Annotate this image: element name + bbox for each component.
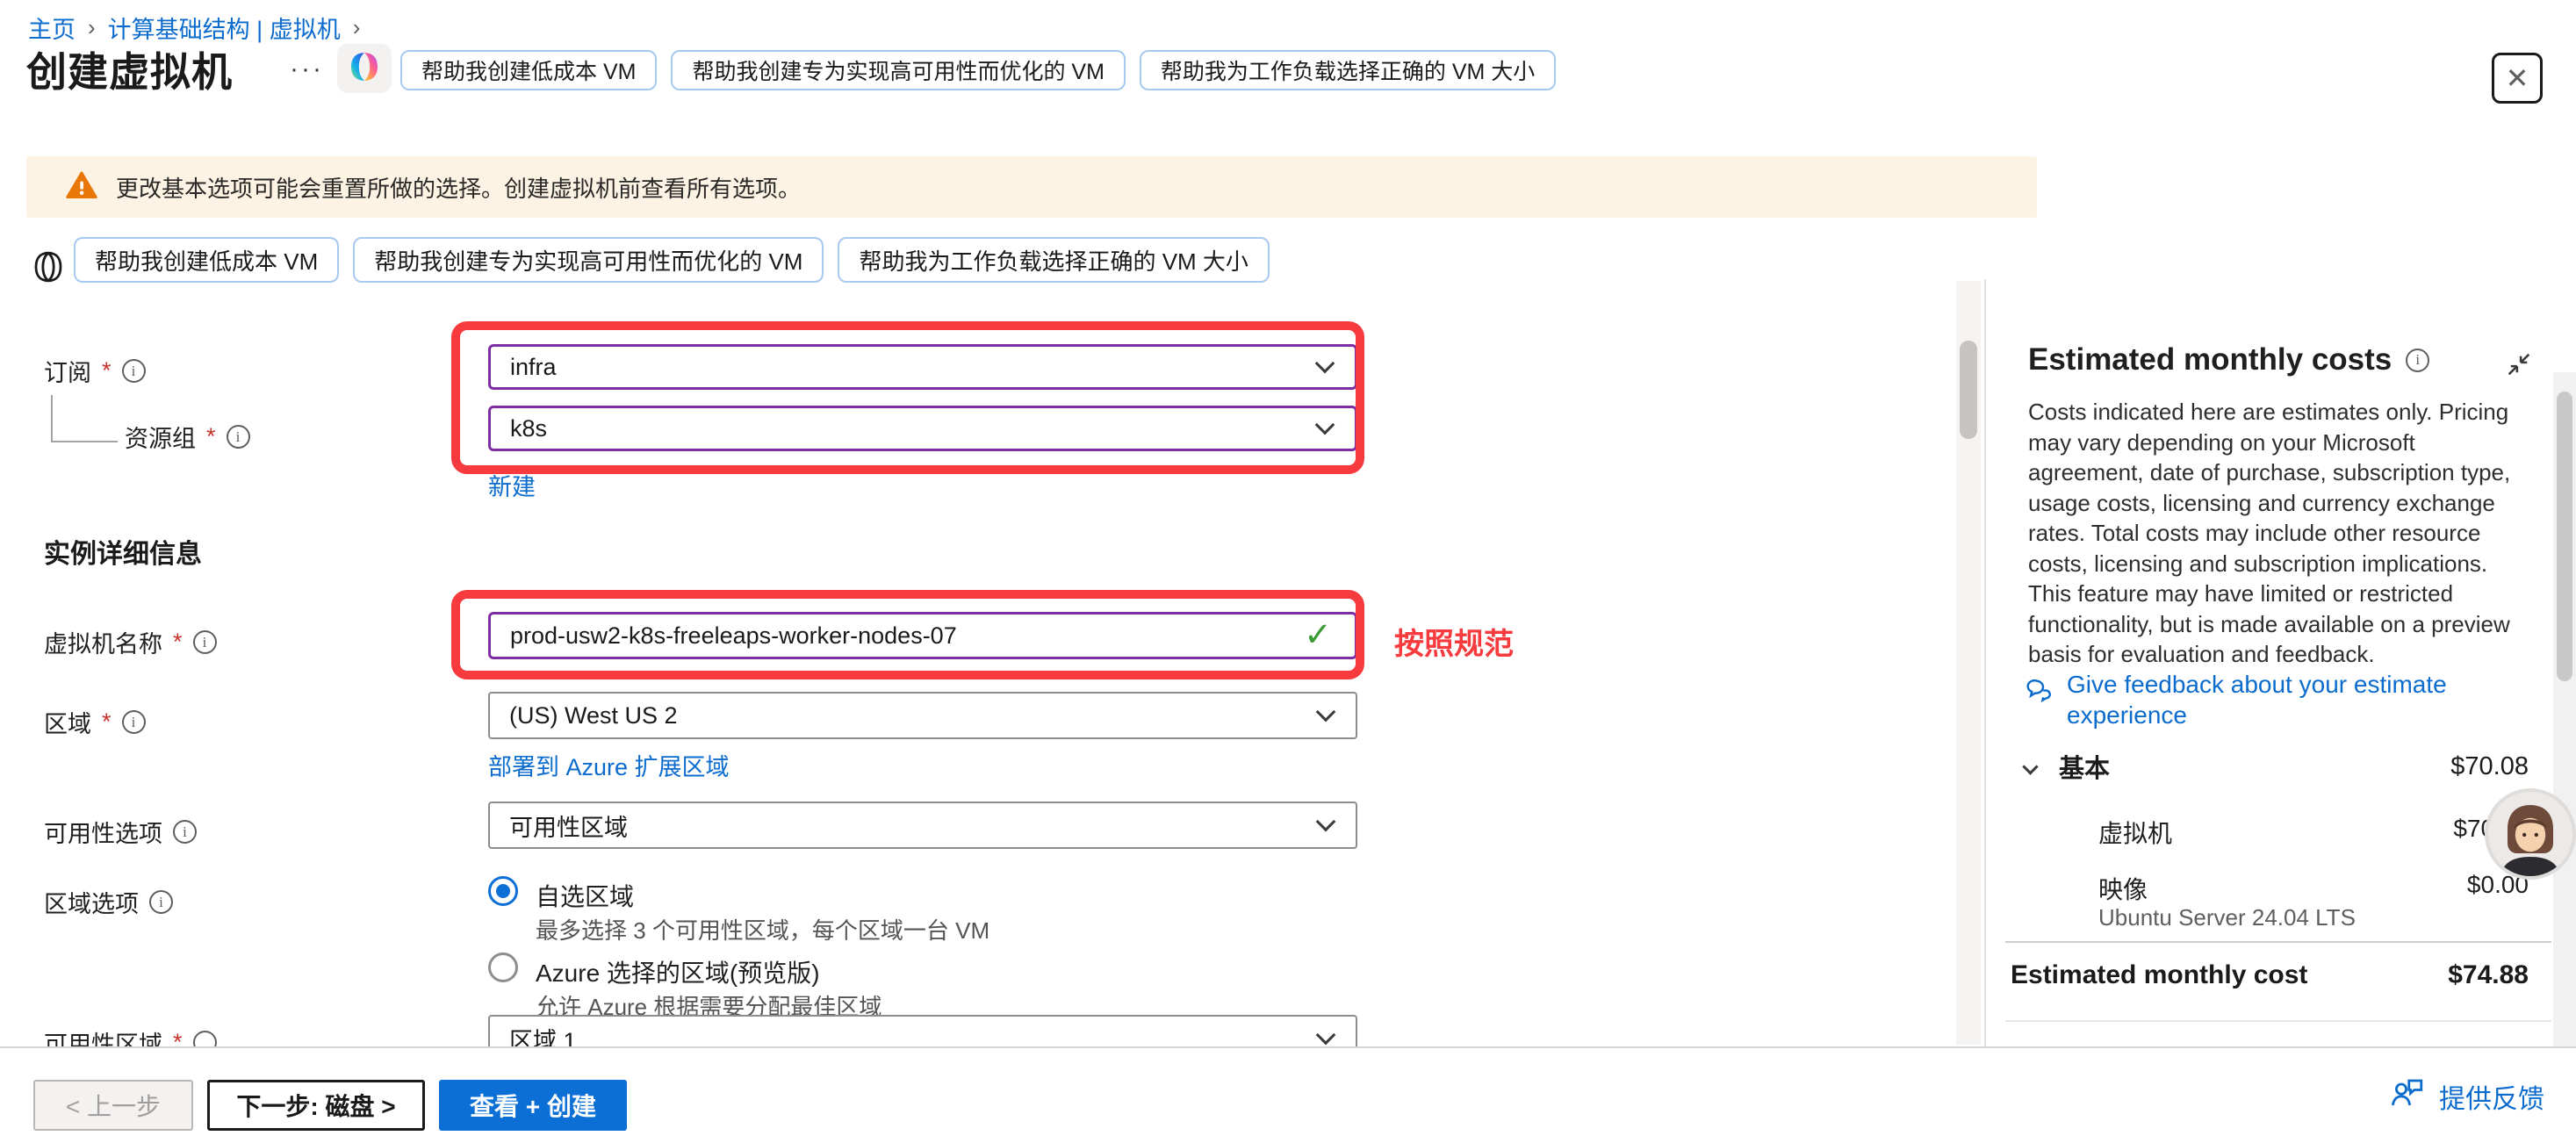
zone-self-select-label[interactable]: 自选区域 xyxy=(536,878,634,913)
close-icon: ✕ xyxy=(2506,61,2529,95)
page-title: 创建虚拟机 xyxy=(26,40,233,98)
subscription-dropdown[interactable]: infra xyxy=(488,344,1357,390)
info-icon[interactable]: i xyxy=(122,710,146,734)
cost-item-label: 映像 xyxy=(2098,871,2148,906)
warning-icon xyxy=(65,169,98,205)
suggestion-high-availability-vm-button[interactable]: 帮助我创建专为实现高可用性而优化的 VM xyxy=(671,50,1125,90)
cost-total-amount: $74.88 xyxy=(2448,960,2529,990)
vm-name-input[interactable]: prod-usw2-k8s-freeleaps-worker-nodes-07 … xyxy=(488,612,1357,659)
zone-azure-select-radio[interactable] xyxy=(488,952,518,982)
close-button[interactable]: ✕ xyxy=(2492,53,2543,104)
estimate-feedback-link[interactable]: Give feedback about your estimate experi… xyxy=(2025,669,2499,730)
annotation-text: 按照规范 xyxy=(1394,620,1514,663)
resource-group-label: 资源组 * i xyxy=(125,420,250,454)
cost-item-sub-label: Ubuntu Server 24.04 LTS xyxy=(2098,904,2356,931)
panel-scrollbar[interactable] xyxy=(2553,372,2576,1143)
cost-group-basic[interactable]: 基本 $70.08 xyxy=(2025,748,2529,785)
next-disks-button[interactable]: 下一步: 磁盘 > xyxy=(207,1080,425,1131)
form-scrollbar-thumb[interactable] xyxy=(1960,341,1977,439)
cost-disclaimer: Costs indicated here are estimates only.… xyxy=(2028,397,2527,670)
chevron-down-icon[interactable] xyxy=(2022,758,2038,774)
feedback-bubbles-icon xyxy=(2025,676,2054,730)
region-value: (US) West US 2 xyxy=(509,702,678,730)
chevron-down-icon xyxy=(1316,702,1336,722)
info-icon[interactable]: i xyxy=(149,890,173,914)
create-vm-page: 主页 › 计算基础结构 | 虚拟机 › 创建虚拟机 ··· 帮助我创 xyxy=(0,0,2576,1143)
breadcrumb-separator-icon: › xyxy=(353,14,361,41)
breadcrumb-separator-icon: › xyxy=(88,14,96,41)
zone-self-select-description: 最多选择 3 个可用性区域，每个区域一台 VM xyxy=(536,913,989,945)
cost-group-label: 基本 xyxy=(2059,748,2110,785)
cost-item-vm: 虚拟机 $70.08 xyxy=(2098,815,2529,850)
copilot-logo-icon xyxy=(347,49,382,89)
copilot-outline-icon xyxy=(30,248,67,291)
feedback-label: 提供反馈 xyxy=(2439,1077,2544,1116)
suggestion-right-vm-size-button[interactable]: 帮助我为工作负载选择正确的 VM 大小 xyxy=(1140,50,1556,90)
region-label: 区域 * i xyxy=(44,705,146,739)
chevron-down-icon xyxy=(1316,812,1336,832)
avatar[interactable] xyxy=(2488,792,2572,876)
suggestion-low-cost-vm-button[interactable]: 帮助我创建低成本 VM xyxy=(400,50,657,90)
info-icon[interactable]: i xyxy=(193,630,217,654)
chevron-down-icon xyxy=(1315,354,1335,374)
required-mark: * xyxy=(102,357,112,385)
collapse-panel-icon[interactable] xyxy=(2504,349,2534,384)
warning-banner: 更改基本选项可能会重置所做的选择。创建虚拟机前查看所有选项。 xyxy=(26,156,2037,218)
availability-options-value: 可用性区域 xyxy=(509,809,628,843)
required-mark: * xyxy=(173,629,183,656)
zone-options-label: 区域选项 i xyxy=(44,885,173,919)
give-feedback-link[interactable]: 提供反馈 xyxy=(2388,1075,2544,1118)
suggestion-high-availability-vm-button[interactable]: 帮助我创建专为实现高可用性而优化的 VM xyxy=(353,237,824,283)
vm-name-label: 虚拟机名称 * i xyxy=(44,625,217,659)
deploy-edge-zone-link[interactable]: 部署到 Azure 扩展区域 xyxy=(488,748,730,782)
copilot-button[interactable] xyxy=(337,44,392,93)
panel-scrollbar-thumb[interactable] xyxy=(2557,392,2572,681)
review-create-button[interactable]: 查看 + 创建 xyxy=(439,1080,627,1131)
subscription-label: 订阅 * i xyxy=(44,354,146,388)
resource-group-dropdown[interactable]: k8s xyxy=(488,406,1357,451)
info-icon[interactable]: i xyxy=(122,359,146,383)
cost-item-image: 映像 $0.00 xyxy=(2098,871,2529,906)
footer-bar: < 上一步 下一步: 磁盘 > 查看 + 创建 提供反馈 xyxy=(0,1046,2576,1143)
valid-check-icon: ✓ xyxy=(1304,615,1332,655)
warning-text: 更改基本选项可能会重置所做的选择。创建虚拟机前查看所有选项。 xyxy=(116,171,801,204)
suggestion-low-cost-vm-button[interactable]: 帮助我创建低成本 VM xyxy=(74,237,339,283)
cost-item-amount: $0.00 xyxy=(2467,871,2529,906)
cost-group-amount: $70.08 xyxy=(2450,752,2529,781)
chevron-down-icon xyxy=(1315,415,1335,435)
panel-divider xyxy=(1984,279,1986,1046)
vm-name-value: prod-usw2-k8s-freeleaps-worker-nodes-07 xyxy=(510,622,957,650)
copilot-suggestions-body: 帮助我创建低成本 VM 帮助我创建专为实现高可用性而优化的 VM 帮助我为工作负… xyxy=(74,237,1270,283)
cost-total-row: Estimated monthly cost $74.88 xyxy=(2011,960,2529,990)
availability-options-label: 可用性选项 i xyxy=(44,815,197,849)
cost-item-label: 虚拟机 xyxy=(2098,815,2172,850)
required-mark: * xyxy=(102,708,112,736)
create-new-resource-group-link[interactable]: 新建 xyxy=(488,468,536,502)
required-mark: * xyxy=(206,423,216,450)
info-icon[interactable]: i xyxy=(2406,349,2429,372)
more-menu-button[interactable]: ··· xyxy=(290,54,324,84)
instance-details-heading: 实例详细信息 xyxy=(44,532,202,571)
form-scrollbar[interactable] xyxy=(1956,281,1981,1045)
cost-total-label: Estimated monthly cost xyxy=(2011,960,2307,990)
region-dropdown[interactable]: (US) West US 2 xyxy=(488,692,1357,739)
copilot-suggestions-header: 帮助我创建低成本 VM 帮助我创建专为实现高可用性而优化的 VM 帮助我为工作负… xyxy=(400,50,1556,90)
info-icon[interactable]: i xyxy=(227,425,250,449)
subscription-value: infra xyxy=(510,354,557,381)
resource-group-value: k8s xyxy=(510,415,547,442)
suggestion-right-vm-size-button[interactable]: 帮助我为工作负载选择正确的 VM 大小 xyxy=(838,237,1269,283)
chevron-down-icon xyxy=(1316,1025,1336,1046)
cost-divider xyxy=(2005,941,2551,943)
tree-connector xyxy=(51,395,118,442)
zone-azure-select-label[interactable]: Azure 选择的区域(预览版) xyxy=(536,954,820,989)
info-icon[interactable]: i xyxy=(173,820,197,844)
cost-panel-title: Estimated monthly costs xyxy=(2028,342,2392,377)
availability-options-dropdown[interactable]: 可用性区域 xyxy=(488,802,1357,849)
cost-panel-title-row: Estimated monthly costs i xyxy=(2028,342,2429,377)
zone-self-select-radio[interactable] xyxy=(488,876,518,906)
previous-button[interactable]: < 上一步 xyxy=(33,1080,193,1131)
feedback-person-icon xyxy=(2388,1075,2427,1118)
cost-divider xyxy=(2005,1020,2551,1022)
